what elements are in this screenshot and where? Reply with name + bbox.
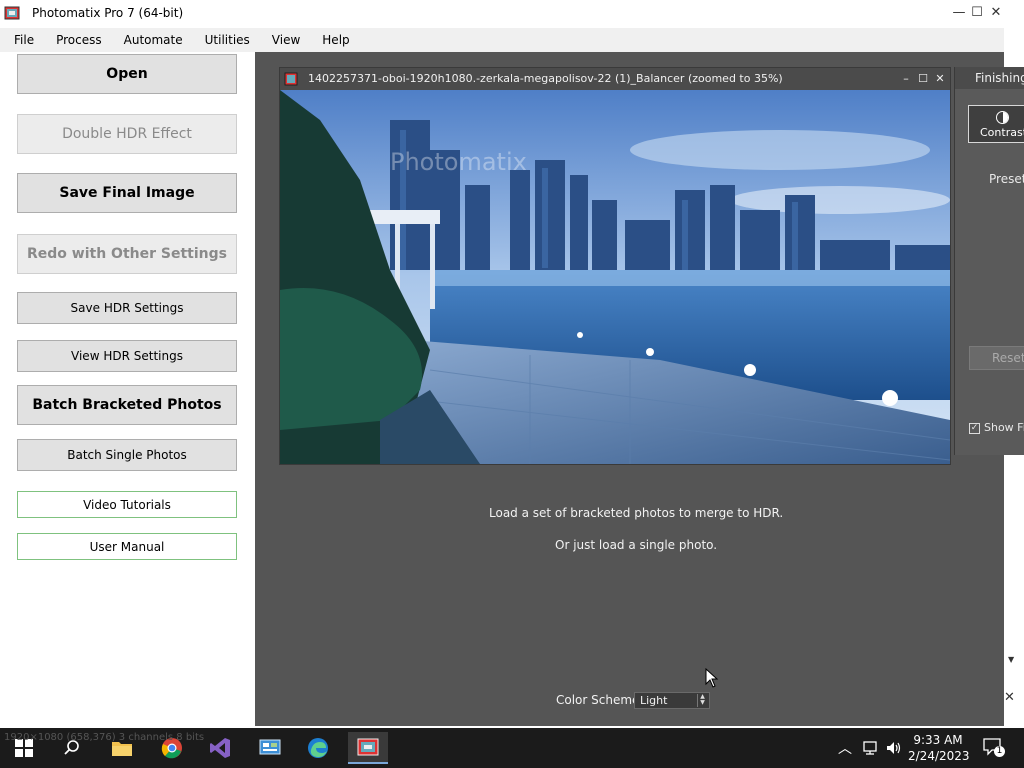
edge-icon bbox=[308, 738, 328, 758]
open-button[interactable]: Open bbox=[17, 54, 237, 94]
photomatix-app-icon bbox=[4, 6, 20, 20]
view-hdr-settings-button[interactable]: View HDR Settings bbox=[17, 340, 237, 372]
load-single-text: Or just load a single photo. bbox=[555, 538, 718, 552]
contrast-tab-button[interactable]: Contrast bbox=[968, 105, 1024, 143]
menu-utilities[interactable]: Utilities bbox=[201, 31, 254, 49]
clock-date: 2/24/2023 bbox=[908, 749, 970, 763]
volume-icon[interactable] bbox=[885, 740, 903, 756]
user-manual-button[interactable]: User Manual bbox=[17, 533, 237, 560]
menu-process[interactable]: Process bbox=[52, 31, 106, 49]
window-title: Photomatix Pro 7 (64-bit) bbox=[32, 6, 184, 20]
batch-single-photos-button[interactable]: Batch Single Photos bbox=[17, 439, 237, 471]
redo-with-other-settings-button[interactable]: Redo with Other Settings bbox=[17, 234, 237, 274]
network-icon[interactable] bbox=[862, 740, 880, 756]
side-close-icon[interactable]: ✕ bbox=[1004, 690, 1015, 705]
contrast-icon bbox=[996, 111, 1009, 124]
hdr-preview-photo: Photomatix bbox=[280, 90, 950, 464]
visual-studio-icon bbox=[210, 738, 230, 758]
taskbar-photomatix[interactable] bbox=[348, 732, 388, 764]
clock-time: 9:33 AM bbox=[913, 733, 963, 747]
taskbar-edge[interactable] bbox=[298, 732, 338, 764]
show-finishing-label: Show Fi bbox=[984, 421, 1024, 434]
taskbar-visual-studio[interactable] bbox=[200, 732, 240, 764]
image-window[interactable]: 1402257371-oboi-1920h1080.-zerkala-megap… bbox=[279, 67, 951, 465]
finishing-panel: Finishing Contrast Preset Reset ✓ Show Fi bbox=[954, 67, 1024, 455]
color-scheme-select[interactable]: Light ▲ ▼ bbox=[634, 692, 710, 709]
taskbar-control-panel[interactable] bbox=[250, 732, 290, 764]
double-hdr-effect-button[interactable]: Double HDR Effect bbox=[17, 114, 237, 154]
color-scheme-value: Light bbox=[640, 694, 668, 707]
checkbox-checked-icon: ✓ bbox=[969, 422, 980, 434]
image-window-title: 1402257371-oboi-1920h1080.-zerkala-megap… bbox=[308, 72, 783, 85]
show-finishing-checkbox[interactable]: ✓ Show Fi bbox=[969, 421, 1024, 434]
status-bar-text: 1920×1080 (658,376) 3 channels 8 bits bbox=[4, 732, 205, 743]
image-minimize-button[interactable]: – bbox=[898, 70, 914, 88]
scroll-down-arrow-icon[interactable]: ▼ bbox=[1008, 655, 1014, 664]
color-scheme-label: Color Scheme: bbox=[556, 693, 644, 707]
finishing-panel-title: Finishing bbox=[955, 67, 1024, 89]
menubar-edge bbox=[1004, 28, 1024, 52]
load-bracketed-text: Load a set of bracketed photos to merge … bbox=[489, 506, 784, 520]
reset-button[interactable]: Reset bbox=[969, 346, 1024, 370]
minimize-button[interactable]: — bbox=[950, 4, 968, 22]
preset-label: Preset bbox=[989, 172, 1024, 186]
watermark-text: Photomatix bbox=[390, 148, 527, 176]
video-tutorials-button[interactable]: Video Tutorials bbox=[17, 491, 237, 518]
menu-view[interactable]: View bbox=[268, 31, 304, 49]
menu-automate[interactable]: Automate bbox=[120, 31, 187, 49]
image-maximize-button[interactable]: ☐ bbox=[915, 70, 931, 88]
notification-center-button[interactable]: 1 bbox=[982, 736, 1005, 758]
photomatix-icon bbox=[357, 738, 379, 756]
menu-file[interactable]: File bbox=[10, 31, 38, 49]
menu-bar: File Process Automate Utilities View Hel… bbox=[0, 28, 1004, 52]
contrast-label: Contrast bbox=[980, 126, 1024, 139]
batch-bracketed-photos-button[interactable]: Batch Bracketed Photos bbox=[17, 385, 237, 425]
photomatix-doc-icon bbox=[284, 72, 298, 86]
close-button[interactable]: ✕ bbox=[987, 4, 1005, 22]
image-close-button[interactable]: ✕ bbox=[932, 70, 948, 88]
image-window-title-bar[interactable]: 1402257371-oboi-1920h1080.-zerkala-megap… bbox=[280, 68, 950, 90]
tray-overflow-chevron-icon[interactable]: ︿ bbox=[838, 738, 852, 758]
save-hdr-settings-button[interactable]: Save HDR Settings bbox=[17, 292, 237, 324]
notification-count-badge: 1 bbox=[994, 746, 1005, 757]
taskbar-clock[interactable]: 9:33 AM 2/24/2023 bbox=[908, 732, 970, 764]
title-bar: Photomatix Pro 7 (64-bit) — ☐ ✕ bbox=[0, 0, 1024, 28]
save-final-image-button[interactable]: Save Final Image bbox=[17, 173, 237, 213]
spinner-arrows-icon: ▲ ▼ bbox=[697, 694, 707, 707]
workflow-panel: Open Double HDR Effect Save Final Image … bbox=[0, 52, 255, 728]
mouse-cursor-icon bbox=[705, 668, 719, 688]
control-panel-icon bbox=[259, 739, 281, 755]
menu-help[interactable]: Help bbox=[318, 31, 353, 49]
maximize-button[interactable]: ☐ bbox=[968, 4, 986, 22]
